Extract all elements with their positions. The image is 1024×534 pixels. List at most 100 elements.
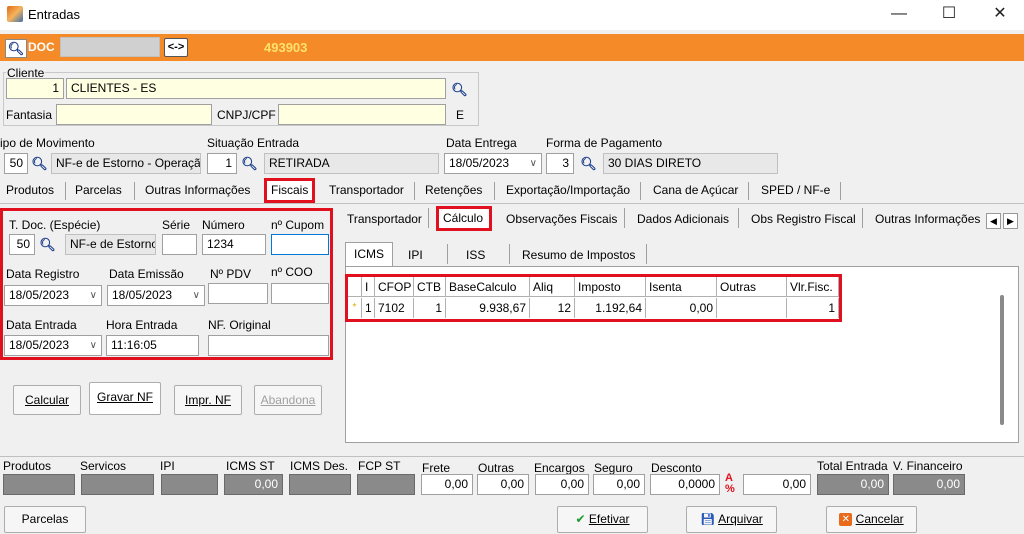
numero-field[interactable]: 1234 [202,234,266,255]
total-seguro-label: Seguro [594,461,633,475]
parcelas-button[interactable]: Parcelas [4,506,86,533]
binoculars-icon[interactable]: 🔍︎ [5,39,27,58]
tdoc-search-icon[interactable]: 🔍︎ [39,236,56,253]
situacao-search-icon[interactable]: 🔍︎ [241,155,258,172]
grid-header-isenta: Isenta [646,277,717,297]
data-registro-field[interactable]: 18/05/2023 ∨ [4,285,102,306]
data-emissao-label: Data Emissão [109,267,184,281]
total-entrada-field: 0,00 [817,474,889,495]
cliente-code-field[interactable]: 1 [6,78,64,99]
gravar-nf-button[interactable]: Gravar NF [89,382,161,415]
tab-retencoes[interactable]: Retenções [421,180,486,202]
cliente-name-field[interactable]: CLIENTES - ES [66,78,446,99]
tab-produtos[interactable]: Produtos [2,180,58,202]
total-desconto-val-field[interactable]: 0,00 [743,474,811,495]
tab-separator [134,182,135,200]
v-financeiro-label: V. Financeiro [893,459,963,473]
vertical-scrollbar[interactable] [1000,295,1004,425]
cliente-search-icon[interactable]: 🔍︎ [451,81,468,98]
close-button[interactable]: ✕ [977,0,1023,30]
grid-header-outras: Outras [717,277,787,297]
taxtab-resumo-impostos[interactable]: Resumo de Impostos [522,248,635,262]
tipo-search-icon[interactable]: 🔍︎ [31,155,48,172]
taxtab-icms[interactable]: ICMS [345,242,393,266]
tab-sped-nfe[interactable]: SPED / NF-e [757,180,834,202]
efetivar-button[interactable]: ✔ Efetivar [557,506,648,533]
subtab-transportador[interactable]: Transportador [347,212,422,226]
total-encargos-label: Encargos [534,461,585,475]
cnpj-field[interactable] [278,104,446,125]
tab-transportador[interactable]: Transportador [325,180,408,202]
cupom-field[interactable] [271,234,329,255]
doc-field[interactable] [60,37,160,57]
total-seguro-field[interactable]: 0,00 [593,474,645,495]
tab-outras-informacoes[interactable]: Outras Informações [141,180,254,202]
tab-separator [748,182,749,200]
serie-label: Série [162,218,191,232]
forma-pag-code-field[interactable]: 3 [546,153,574,174]
pdv-field[interactable] [208,283,268,304]
coo-field[interactable] [271,283,329,304]
cancel-icon: ✕ [839,513,853,527]
total-encargos-field[interactable]: 0,00 [535,474,589,495]
hora-entrada-field[interactable]: 11:16:05 [106,335,199,356]
arquivar-button[interactable]: 💾︎ Arquivar [686,506,777,533]
swap-button[interactable]: <-> [164,38,188,57]
data-entrada-field[interactable]: 18/05/2023 ∨ [4,335,102,356]
subtab-obs-registro-fiscal[interactable]: Obs Registro Fiscal [751,212,856,226]
situacao-code-field[interactable]: 1 [207,153,237,174]
total-desconto-pct-field[interactable]: 0,0000 [650,474,720,495]
total-desconto-label: Desconto [651,461,702,475]
grid-header-imposto: Imposto [575,277,646,297]
subtab-calculo[interactable]: Cálculo [436,206,492,231]
tdoc-code-field[interactable]: 50 [9,234,35,255]
maximize-button[interactable]: ☐ [926,0,972,30]
cancelar-button[interactable]: ✕ Cancelar [826,506,917,533]
total-icms-des-field [289,474,351,495]
calcular-button[interactable]: Calcular [13,385,81,415]
subtab-observacoes-fiscais[interactable]: Observações Fiscais [506,212,617,226]
tab-exportacao-importacao[interactable]: Exportação/Importação [502,180,634,202]
total-frete-field[interactable]: 0,00 [421,474,473,495]
tdoc-label: T. Doc. (Espécie) [9,218,101,232]
subtab-outras-informacoes[interactable]: Outras Informações [875,212,980,226]
scroll-left-icon[interactable]: ◀ [986,213,1001,229]
taxtab-ipi[interactable]: IPI [408,248,423,262]
grid-header-aliq: Aliq [530,277,575,297]
hora-entrada-label: Hora Entrada [106,318,178,332]
tab-cana-de-acucar[interactable]: Cana de Açúcar [649,180,742,202]
total-outras-field[interactable]: 0,00 [477,474,529,495]
minimize-button[interactable]: — [876,0,922,30]
tab-fiscais[interactable]: Fiscais [264,178,316,203]
percent-toggle-icon[interactable]: A% [725,473,739,495]
serie-field[interactable] [162,234,197,255]
tab-parcelas[interactable]: Parcelas [71,180,126,202]
tab-separator [840,182,841,200]
tab-separator [640,182,641,200]
scroll-right-icon[interactable]: ▶ [1003,213,1018,229]
subtab-dados-adicionais[interactable]: Dados Adicionais [637,212,729,226]
total-servicos-field [81,474,154,495]
data-emissao-field[interactable]: 18/05/2023 ∨ [107,285,205,306]
forma-pag-desc-field: 30 DIAS DIRETO [603,153,778,174]
taxtab-iss[interactable]: ISS [466,248,485,262]
data-entrega-field[interactable]: 18/05/2023 ∨ [444,153,542,174]
uf-label: E [456,108,465,122]
tipo-desc-field: NF-e de Estorno - Operaçã [51,153,201,174]
forma-pag-search-icon[interactable]: 🔍︎ [580,155,597,172]
grid-header-marker [348,277,362,297]
tab-baseline [0,203,1024,204]
tab-separator [65,182,66,200]
fantasia-field[interactable] [56,104,212,125]
coo-label: nº COO [271,265,313,279]
grid-header-cfop: CFOP [375,277,414,297]
total-icms-st-label: ICMS ST [226,459,275,473]
data-entrada-value: 18/05/2023 [9,338,70,352]
abandona-button[interactable]: Abandona [254,385,322,415]
impr-nf-button[interactable]: Impr. NF [174,385,242,415]
total-ipi-field [161,474,218,495]
cancelar-label: Cancelar [855,512,904,526]
nf-original-label: NF. Original [208,318,271,332]
tipo-code-field[interactable]: 50 [4,153,28,174]
nf-original-field[interactable] [208,335,329,356]
